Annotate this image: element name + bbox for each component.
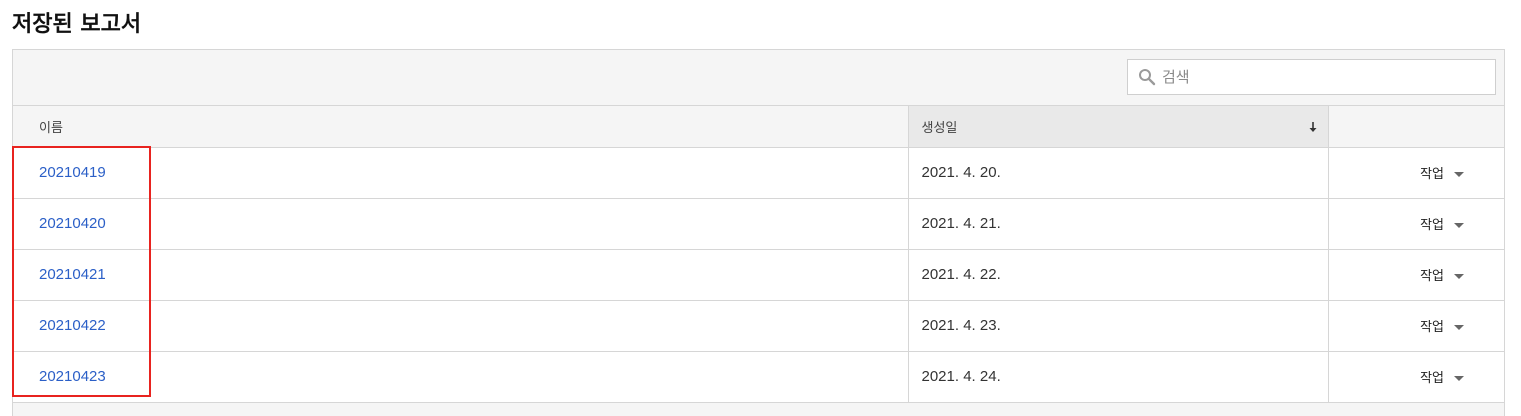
chevron-down-icon	[1454, 172, 1464, 177]
table-row: 20210422 2021. 4. 23. 작업	[13, 300, 1504, 352]
cell-report-name: 20210423	[13, 351, 908, 403]
column-header-created-label: 생성일	[921, 120, 958, 136]
table-row: 20210420 2021. 4. 21. 작업	[13, 198, 1504, 250]
action-menu-button[interactable]: 작업	[1420, 214, 1464, 233]
cell-created-date: 2021. 4. 23.	[907, 300, 1329, 352]
action-menu-label: 작업	[1420, 320, 1444, 335]
cell-actions: 작업	[1328, 300, 1504, 352]
table-row: 20210423 2021. 4. 24. 작업	[13, 351, 1504, 403]
action-menu-label: 작업	[1420, 269, 1444, 284]
chevron-down-icon	[1454, 274, 1464, 279]
sort-arrow-down-icon[interactable]	[1308, 120, 1318, 134]
report-link[interactable]: 20210422	[39, 317, 106, 334]
reports-table: 이름 생성일 20210419 2021. 4. 20. 작업 20210420…	[13, 106, 1504, 403]
search-input[interactable]	[1162, 62, 1482, 92]
cell-created-date: 2021. 4. 21.	[907, 198, 1329, 250]
cell-report-name: 20210421	[13, 249, 908, 301]
table-row: 20210419 2021. 4. 20. 작업	[13, 147, 1504, 199]
report-link[interactable]: 20210421	[39, 266, 106, 283]
column-header-created[interactable]: 생성일	[907, 106, 1329, 148]
cell-created-date: 2021. 4. 22.	[907, 249, 1329, 301]
column-header-name-label: 이름	[39, 120, 63, 136]
search-icon	[1136, 66, 1158, 88]
cell-report-name: 20210422	[13, 300, 908, 352]
cell-report-name: 20210419	[13, 147, 908, 199]
action-menu-button[interactable]: 작업	[1420, 265, 1464, 284]
search-box[interactable]	[1127, 59, 1496, 95]
cell-actions: 작업	[1328, 147, 1504, 199]
reports-panel: 이름 생성일 202104	[12, 49, 1505, 416]
cell-created-date: 2021. 4. 24.	[907, 351, 1329, 403]
action-menu-button[interactable]: 작업	[1420, 316, 1464, 335]
cell-report-name: 20210420	[13, 198, 908, 250]
report-link[interactable]: 20210423	[39, 368, 106, 385]
cell-created-date: 2021. 4. 20.	[907, 147, 1329, 199]
chevron-down-icon	[1454, 223, 1464, 228]
table-header-row: 이름 생성일	[13, 106, 1504, 148]
action-menu-label: 작업	[1420, 371, 1444, 386]
action-menu-label: 작업	[1420, 167, 1444, 182]
cell-actions: 작업	[1328, 198, 1504, 250]
report-link[interactable]: 20210419	[39, 164, 106, 181]
report-link[interactable]: 20210420	[39, 215, 106, 232]
column-header-actions	[1328, 106, 1504, 148]
action-menu-label: 작업	[1420, 218, 1444, 233]
chevron-down-icon	[1454, 325, 1464, 330]
action-menu-button[interactable]: 작업	[1420, 163, 1464, 182]
page-title: 저장된 보고서	[12, 12, 142, 37]
toolbar	[13, 50, 1504, 106]
table-row: 20210421 2021. 4. 22. 작업	[13, 249, 1504, 301]
cell-actions: 작업	[1328, 351, 1504, 403]
action-menu-button[interactable]: 작업	[1420, 367, 1464, 386]
column-header-name[interactable]: 이름	[13, 106, 908, 148]
chevron-down-icon	[1454, 376, 1464, 381]
cell-actions: 작업	[1328, 249, 1504, 301]
